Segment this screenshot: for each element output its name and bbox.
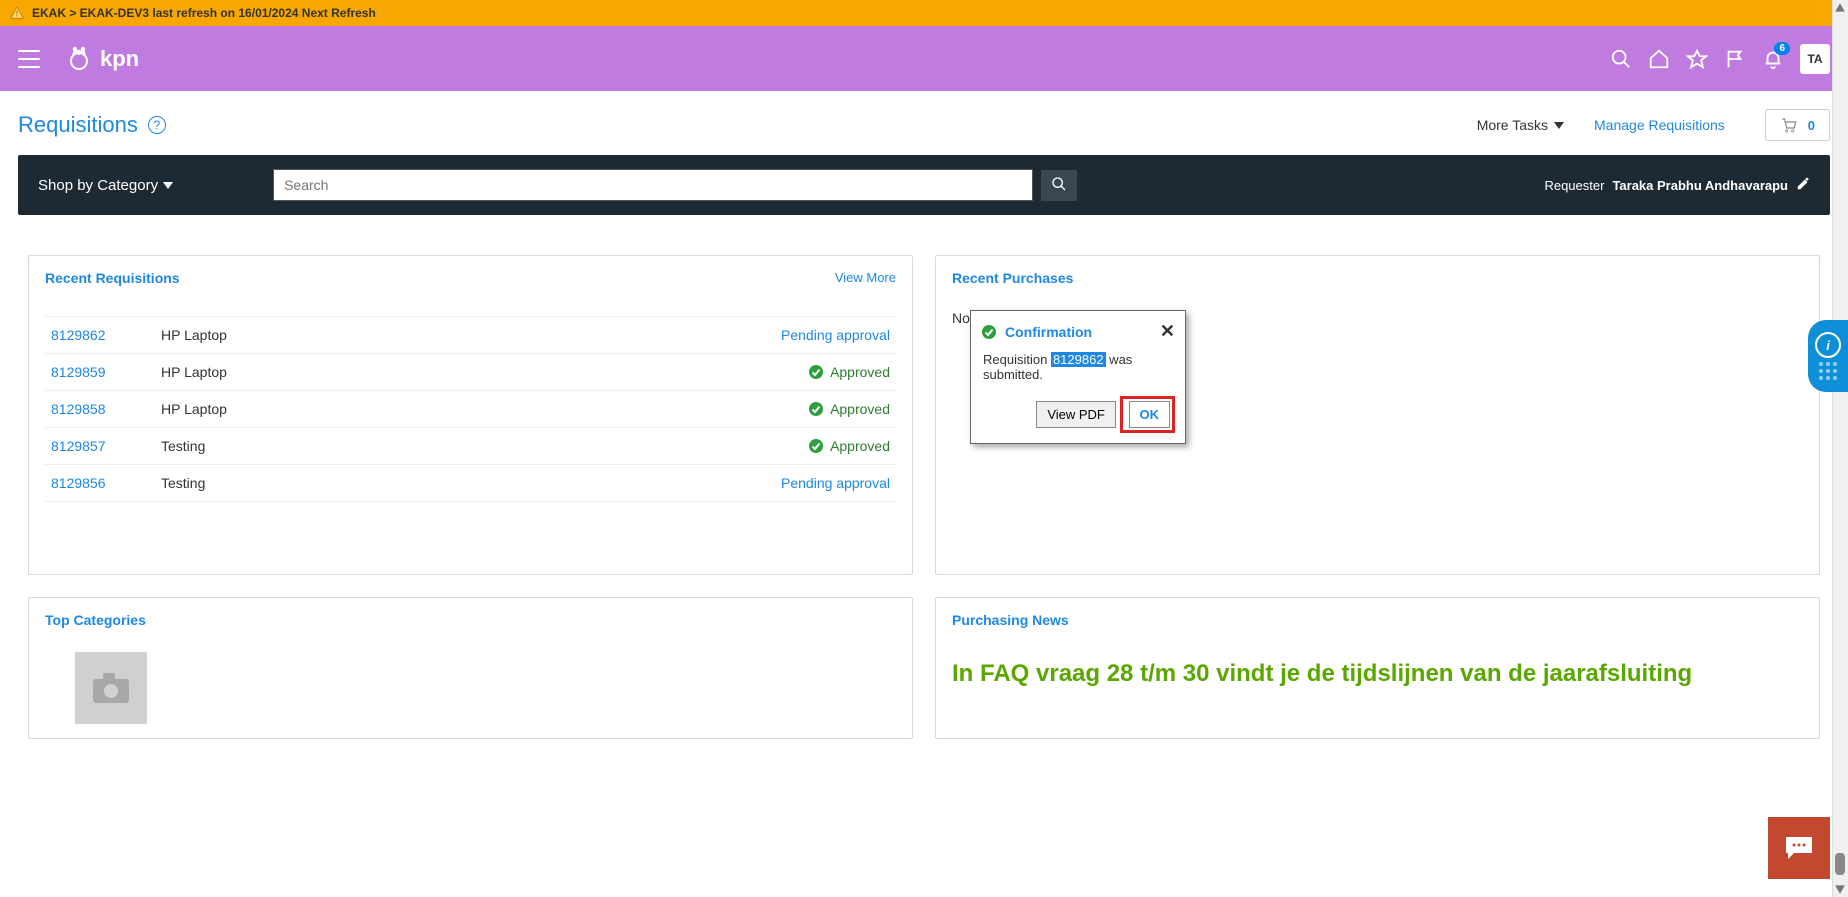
notification-count: 6 [1774, 42, 1790, 55]
chat-icon [1784, 835, 1814, 861]
cart-icon [1780, 116, 1798, 134]
avatar[interactable]: TA [1800, 44, 1830, 74]
requisition-description: Testing [155, 465, 445, 502]
more-tasks-dropdown[interactable]: More Tasks [1477, 117, 1564, 133]
search-button[interactable] [1041, 170, 1077, 201]
manage-requisitions-link[interactable]: Manage Requisitions [1594, 117, 1725, 133]
table-row: 8129858 HP Laptop Approved [45, 391, 896, 428]
ok-highlight: OK [1120, 396, 1176, 433]
scrollbar-track[interactable] [1832, 0, 1848, 897]
status-badge: Approved [451, 401, 890, 417]
app-header: kpn 6 TA [0, 26, 1848, 91]
status-badge: Pending approval [451, 475, 890, 491]
brand-logo[interactable]: kpn [64, 44, 139, 74]
status-badge: Approved [451, 364, 890, 380]
table-row: 8129857 Testing Approved [45, 428, 896, 465]
chat-button[interactable] [1768, 817, 1830, 879]
dialog-msg-prefix: Requisition [983, 352, 1051, 367]
check-icon [808, 401, 824, 417]
info-icon: i [1815, 332, 1841, 358]
page-title: Requisitions ? [18, 112, 166, 138]
info-tab-button[interactable]: i [1808, 320, 1848, 392]
requisition-id-link[interactable]: 8129859 [51, 364, 106, 380]
confirmation-dialog: Confirmation ✕ Requisition 8129862 was s… [970, 310, 1186, 444]
requisition-id-link[interactable]: 8129862 [51, 327, 106, 343]
crown-icon [64, 44, 94, 74]
search-icon[interactable] [1602, 40, 1640, 78]
recent-requisitions-panel: Recent Requisitions View More 8129862 HP … [28, 255, 913, 575]
table-row: 8129862 HP Laptop Pending approval [45, 317, 896, 354]
dialog-title: Confirmation [1005, 324, 1160, 340]
requester-label: Requester [1544, 178, 1604, 193]
warning-icon [10, 6, 24, 20]
menu-icon[interactable] [18, 50, 40, 68]
requester-name: Taraka Prabhu Andhavarapu [1612, 178, 1788, 193]
edit-requester-button[interactable] [1796, 177, 1810, 194]
purchasing-news-panel: Purchasing News In FAQ vraag 28 t/m 30 v… [935, 597, 1820, 739]
dialog-req-id: 8129862 [1051, 352, 1106, 367]
brand-name: kpn [100, 46, 139, 72]
chevron-down-icon [163, 182, 173, 189]
success-icon [981, 324, 997, 340]
home-icon[interactable] [1640, 40, 1678, 78]
view-pdf-button[interactable]: View PDF [1036, 401, 1116, 428]
page-subheader: Requisitions ? More Tasks Manage Requisi… [0, 91, 1848, 155]
shop-by-category-label: Shop by Category [38, 177, 158, 194]
requisition-description: HP Laptop [155, 391, 445, 428]
environment-banner-text: EKAK > EKAK-DEV3 last refresh on 16/01/2… [32, 6, 376, 20]
requisition-description: Testing [155, 428, 445, 465]
requisition-id-link[interactable]: 8129856 [51, 475, 106, 491]
purchasing-news-title: Purchasing News [952, 612, 1803, 628]
top-categories-panel: Top Categories [28, 597, 913, 739]
requisition-description: HP Laptop [155, 354, 445, 391]
scroll-down-icon[interactable] [1834, 883, 1846, 895]
requisition-id-link[interactable]: 8129858 [51, 401, 106, 417]
news-headline: In FAQ vraag 28 t/m 30 vindt je de tijds… [952, 658, 1803, 690]
check-icon [808, 438, 824, 454]
scroll-up-icon[interactable] [1834, 2, 1846, 14]
status-badge: Pending approval [451, 327, 890, 343]
cart-count: 0 [1808, 118, 1815, 133]
table-row: 8129859 HP Laptop Approved [45, 354, 896, 391]
top-categories-title: Top Categories [45, 612, 896, 628]
close-icon[interactable]: ✕ [1160, 321, 1175, 342]
recent-purchases-title: Recent Purchases [952, 270, 1803, 286]
cart-button[interactable]: 0 [1765, 109, 1830, 141]
category-placeholder[interactable] [75, 652, 147, 724]
requisitions-table: 8129862 HP Laptop Pending approval 8129859 H… [45, 316, 896, 502]
shop-by-category-dropdown[interactable]: Shop by Category [38, 177, 173, 194]
table-row: 8129856 Testing Pending approval [45, 465, 896, 502]
status-badge: Approved [451, 438, 890, 454]
bell-icon[interactable]: 6 [1754, 40, 1792, 78]
more-tasks-label: More Tasks [1477, 117, 1548, 133]
view-more-link[interactable]: View More [835, 270, 896, 285]
check-icon [808, 364, 824, 380]
chevron-down-icon [1554, 122, 1564, 129]
search-input[interactable] [273, 169, 1033, 201]
page-title-text: Requisitions [18, 112, 138, 138]
camera-icon [91, 671, 131, 705]
recent-purchases-panel: Recent Purchases No Confirmation ✕ Requi… [935, 255, 1820, 575]
dialpad-icon [1819, 362, 1837, 380]
requisition-id-link[interactable]: 8129857 [51, 438, 106, 454]
scrollbar-thumb[interactable] [1835, 853, 1845, 875]
ok-button[interactable]: OK [1129, 401, 1171, 428]
recent-requisitions-title: Recent Requisitions [45, 270, 180, 286]
help-icon[interactable]: ? [148, 116, 166, 134]
environment-banner: EKAK > EKAK-DEV3 last refresh on 16/01/2… [0, 0, 1848, 26]
star-icon[interactable] [1678, 40, 1716, 78]
requisition-description: HP Laptop [155, 317, 445, 354]
dialog-body: Requisition 8129862 was submitted. [971, 348, 1185, 392]
search-icon [1051, 176, 1067, 192]
shop-bar: Shop by Category Requester Taraka Prabhu… [18, 155, 1830, 215]
flag-icon[interactable] [1716, 40, 1754, 78]
